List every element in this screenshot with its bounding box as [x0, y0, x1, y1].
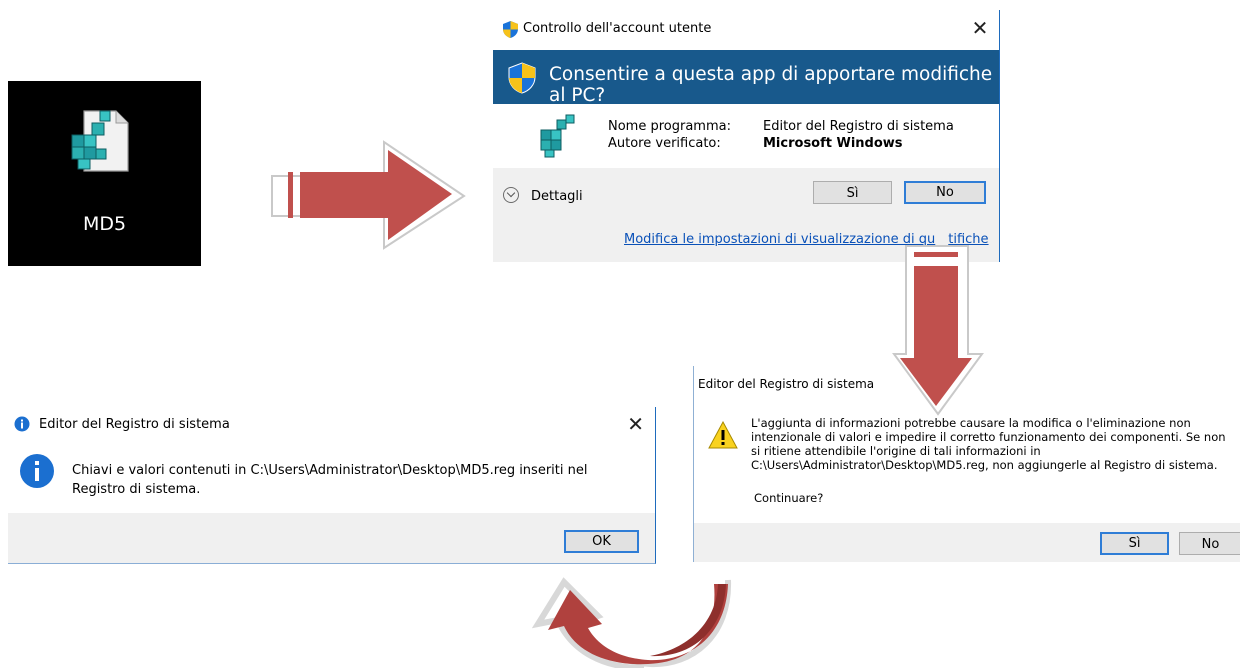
- info-icon: [20, 454, 54, 488]
- arrow-right-icon: [268, 138, 472, 250]
- settings-link-text[interactable]: Modifica le impostazioni di visualizzazi…: [624, 232, 935, 247]
- uac-title: Controllo dell'account utente: [523, 21, 712, 36]
- info-title: Editor del Registro di sistema: [39, 417, 230, 432]
- warning-title: Editor del Registro di sistema: [698, 377, 875, 391]
- yes-button[interactable]: Sì: [813, 181, 892, 204]
- uac-dialog: Controllo dell'account utente ✕ Consenti…: [493, 10, 1000, 262]
- no-button[interactable]: No: [1179, 532, 1240, 555]
- desktop-file-tile[interactable]: MD5: [8, 81, 201, 266]
- uac-banner: Consentire a questa app di apportare mod…: [493, 50, 999, 106]
- no-button[interactable]: No: [904, 181, 986, 204]
- shield-icon: [508, 62, 536, 94]
- arrow-down-icon: [892, 242, 984, 417]
- chevron-down-icon[interactable]: [503, 187, 519, 203]
- publisher-label: Autore verificato:: [608, 136, 721, 151]
- warning-footer: Sì No: [694, 523, 1240, 562]
- yes-button[interactable]: Sì: [1100, 532, 1169, 555]
- close-button[interactable]: ✕: [627, 412, 644, 436]
- registry-file-icon: [71, 110, 129, 172]
- registry-editor-icon: [540, 114, 575, 158]
- file-name-label: MD5: [82, 213, 127, 235]
- details-toggle[interactable]: Dettagli: [531, 189, 583, 204]
- close-button[interactable]: ✕: [969, 16, 991, 40]
- continue-prompt: Continuare?: [754, 491, 824, 505]
- program-name-value: Editor del Registro di sistema: [763, 119, 954, 134]
- info-message: Chiavi e valori contenuti in C:\Users\Ad…: [72, 463, 588, 497]
- uac-titlebar: Controllo dell'account utente ✕: [493, 10, 999, 50]
- warning-icon: [708, 421, 738, 449]
- program-name-label: Nome programma:: [608, 119, 731, 134]
- info-icon: [14, 416, 30, 432]
- uac-question: Consentire a questa app di apportare mod…: [549, 64, 993, 106]
- publisher-value: Microsoft Windows: [763, 136, 903, 151]
- curved-arrow-icon: [532, 576, 746, 668]
- info-footer: OK: [8, 513, 655, 563]
- info-dialog: Editor del Registro di sistema ✕ Chiavi …: [8, 407, 656, 564]
- warning-message: L'aggiunta di informazioni potrebbe caus…: [751, 416, 1226, 472]
- shield-icon: [503, 21, 518, 38]
- ok-button[interactable]: OK: [564, 530, 639, 553]
